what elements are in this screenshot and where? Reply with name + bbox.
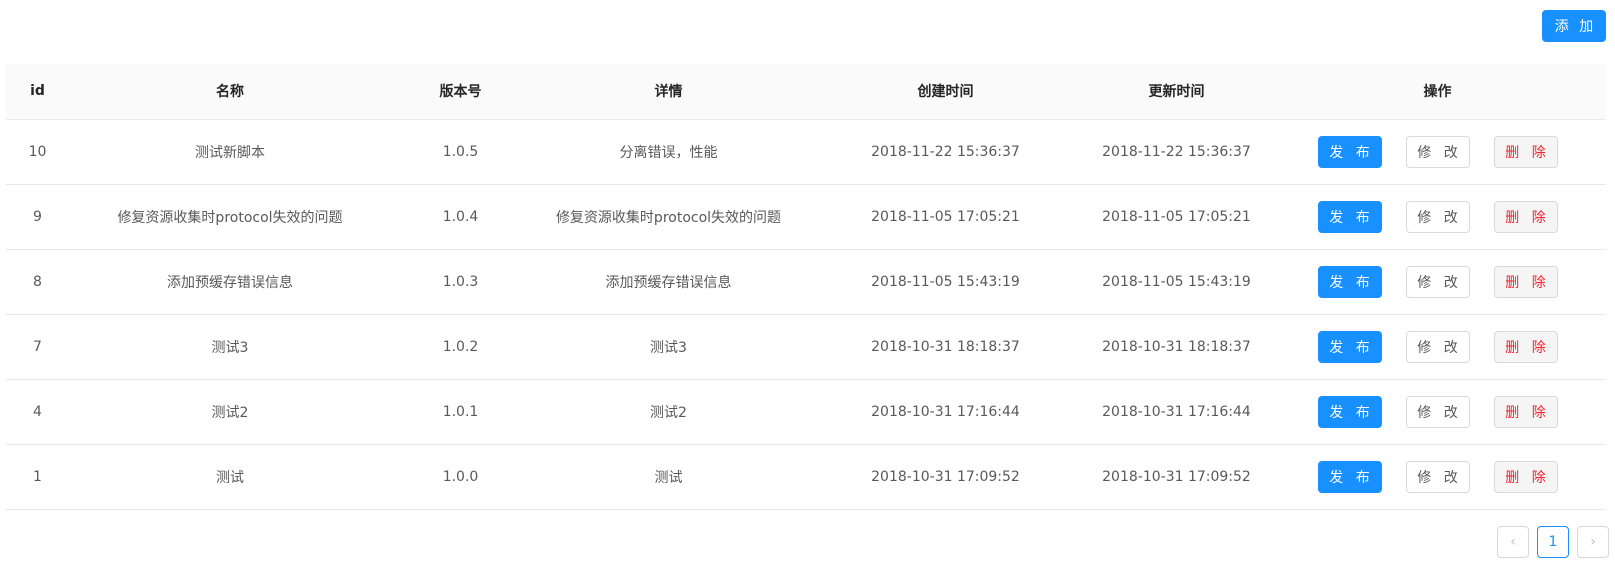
delete-button[interactable]: 删 除 xyxy=(1493,395,1558,428)
cell-created: 2018-11-05 15:43:19 xyxy=(807,249,1084,315)
table-row: 9 修复资源收集时protocol失效的问题 1.0.4 修复资源收集时prot… xyxy=(6,184,1606,250)
cell-detail: 测试3 xyxy=(530,314,807,380)
cell-name: 测试 xyxy=(69,444,391,510)
cell-version: 1.0.1 xyxy=(391,379,530,445)
cell-version: 1.0.0 xyxy=(391,444,530,510)
cell-created: 2018-11-22 15:36:37 xyxy=(807,119,1084,185)
cell-id: 7 xyxy=(6,314,69,380)
cell-version: 1.0.3 xyxy=(391,249,530,315)
add-button[interactable]: 添 加 xyxy=(1542,10,1606,42)
cell-updated: 2018-11-05 17:05:21 xyxy=(1084,184,1269,250)
cell-actions: 发 布 修 改 删 除 xyxy=(1269,314,1606,380)
cell-created: 2018-11-05 17:05:21 xyxy=(807,184,1084,250)
publish-button[interactable]: 发 布 xyxy=(1317,460,1382,493)
table-body: 10 测试新脚本 1.0.5 分离错误，性能 2018-11-22 15:36:… xyxy=(6,119,1606,510)
column-header-created: 创建时间 xyxy=(807,64,1084,120)
cell-detail: 分离错误，性能 xyxy=(530,119,807,185)
cell-updated: 2018-11-05 15:43:19 xyxy=(1084,249,1269,315)
chevron-right-icon: › xyxy=(1590,534,1596,550)
cell-actions: 发 布 修 改 删 除 xyxy=(1269,444,1606,510)
cell-name: 测试3 xyxy=(69,314,391,380)
cell-name: 测试新脚本 xyxy=(69,119,391,185)
table-row: 10 测试新脚本 1.0.5 分离错误，性能 2018-11-22 15:36:… xyxy=(6,119,1606,185)
publish-button[interactable]: 发 布 xyxy=(1317,265,1382,298)
publish-button[interactable]: 发 布 xyxy=(1317,135,1382,168)
table-header: id 名称 版本号 详情 创建时间 更新时间 操作 xyxy=(6,64,1606,120)
column-header-name: 名称 xyxy=(69,64,391,120)
edit-button[interactable]: 修 改 xyxy=(1405,135,1470,168)
cell-updated: 2018-10-31 17:09:52 xyxy=(1084,444,1269,510)
cell-detail: 测试2 xyxy=(530,379,807,445)
column-header-id: id xyxy=(6,64,69,120)
cell-name: 添加预缓存错误信息 xyxy=(69,249,391,315)
cell-detail: 修复资源收集时protocol失效的问题 xyxy=(530,184,807,250)
cell-created: 2018-10-31 17:09:52 xyxy=(807,444,1084,510)
script-table: id 名称 版本号 详情 创建时间 更新时间 操作 10 测试新脚本 1.0.5… xyxy=(6,64,1606,510)
delete-button[interactable]: 删 除 xyxy=(1493,330,1558,363)
chevron-left-icon: ‹ xyxy=(1510,534,1516,550)
cell-id: 1 xyxy=(6,444,69,510)
publish-button[interactable]: 发 布 xyxy=(1317,395,1382,428)
cell-name: 修复资源收集时protocol失效的问题 xyxy=(69,184,391,250)
page-number-button[interactable]: 1 xyxy=(1537,526,1569,558)
delete-button[interactable]: 删 除 xyxy=(1493,200,1558,233)
cell-version: 1.0.5 xyxy=(391,119,530,185)
column-header-actions: 操作 xyxy=(1269,64,1606,120)
cell-id: 8 xyxy=(6,249,69,315)
edit-button[interactable]: 修 改 xyxy=(1405,265,1470,298)
table-header-row: id 名称 版本号 详情 创建时间 更新时间 操作 xyxy=(6,64,1606,120)
cell-actions: 发 布 修 改 删 除 xyxy=(1269,379,1606,445)
edit-button[interactable]: 修 改 xyxy=(1405,200,1470,233)
cell-detail: 测试 xyxy=(530,444,807,510)
cell-created: 2018-10-31 17:16:44 xyxy=(807,379,1084,445)
delete-button[interactable]: 删 除 xyxy=(1493,135,1558,168)
cell-id: 4 xyxy=(6,379,69,445)
cell-actions: 发 布 修 改 删 除 xyxy=(1269,119,1606,185)
pagination: ‹ 1 › xyxy=(1497,526,1609,558)
edit-button[interactable]: 修 改 xyxy=(1405,395,1470,428)
cell-updated: 2018-10-31 18:18:37 xyxy=(1084,314,1269,380)
delete-button[interactable]: 删 除 xyxy=(1493,265,1558,298)
cell-detail: 添加预缓存错误信息 xyxy=(530,249,807,315)
next-page-button[interactable]: › xyxy=(1577,526,1609,558)
cell-version: 1.0.2 xyxy=(391,314,530,380)
cell-actions: 发 布 修 改 删 除 xyxy=(1269,184,1606,250)
publish-button[interactable]: 发 布 xyxy=(1317,200,1382,233)
table-row: 8 添加预缓存错误信息 1.0.3 添加预缓存错误信息 2018-11-05 1… xyxy=(6,249,1606,315)
table-row: 4 测试2 1.0.1 测试2 2018-10-31 17:16:44 2018… xyxy=(6,379,1606,445)
cell-id: 10 xyxy=(6,119,69,185)
column-header-version: 版本号 xyxy=(391,64,530,120)
edit-button[interactable]: 修 改 xyxy=(1405,330,1470,363)
cell-updated: 2018-10-31 17:16:44 xyxy=(1084,379,1269,445)
prev-page-button[interactable]: ‹ xyxy=(1497,526,1529,558)
edit-button[interactable]: 修 改 xyxy=(1405,460,1470,493)
publish-button[interactable]: 发 布 xyxy=(1317,330,1382,363)
column-header-detail: 详情 xyxy=(530,64,807,120)
cell-updated: 2018-11-22 15:36:37 xyxy=(1084,119,1269,185)
column-header-updated: 更新时间 xyxy=(1084,64,1269,120)
cell-created: 2018-10-31 18:18:37 xyxy=(807,314,1084,380)
cell-name: 测试2 xyxy=(69,379,391,445)
cell-actions: 发 布 修 改 删 除 xyxy=(1269,249,1606,315)
table-row: 1 测试 1.0.0 测试 2018-10-31 17:09:52 2018-1… xyxy=(6,444,1606,510)
cell-version: 1.0.4 xyxy=(391,184,530,250)
table-row: 7 测试3 1.0.2 测试3 2018-10-31 18:18:37 2018… xyxy=(6,314,1606,380)
cell-id: 9 xyxy=(6,184,69,250)
delete-button[interactable]: 删 除 xyxy=(1493,460,1558,493)
